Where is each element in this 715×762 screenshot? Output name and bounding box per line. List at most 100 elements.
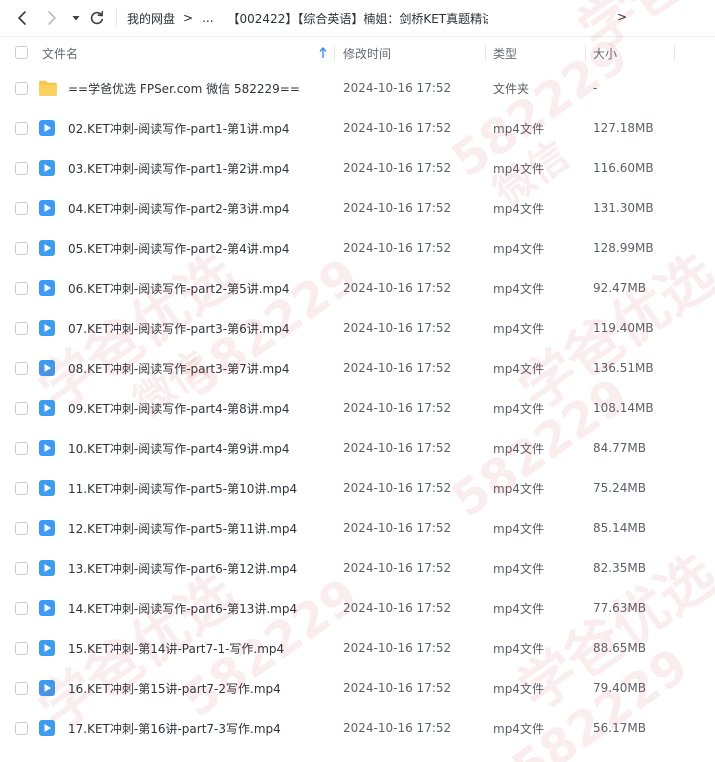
- row-checkbox[interactable]: [15, 722, 28, 735]
- file-row[interactable]: 13.KET冲刺-阅读写作-part6-第12讲.mp4 2024-10-16 …: [0, 548, 715, 588]
- column-header-modified[interactable]: 修改时间: [343, 37, 391, 69]
- video-file-icon: [39, 320, 55, 336]
- file-size: 92.47MB: [593, 281, 646, 295]
- row-checkbox[interactable]: [15, 322, 28, 335]
- file-size: 128.99MB: [593, 241, 654, 255]
- file-type: mp4文件: [493, 561, 544, 576]
- row-checkbox[interactable]: [15, 122, 28, 135]
- file-name[interactable]: 15.KET冲刺-第14讲-Part7-1-写作.mp4: [68, 628, 284, 668]
- column-divider[interactable]: [585, 45, 586, 61]
- file-name[interactable]: 17.KET冲刺-第16讲-part7-3写作.mp4: [68, 708, 281, 748]
- file-size: 79.40MB: [593, 681, 646, 695]
- file-name[interactable]: 10.KET冲刺-阅读写作-part4-第9讲.mp4: [68, 428, 290, 468]
- row-checkbox[interactable]: [15, 442, 28, 455]
- file-size: 85.14MB: [593, 521, 646, 535]
- history-dropdown-button[interactable]: [66, 6, 86, 30]
- file-size: 84.77MB: [593, 441, 646, 455]
- file-name[interactable]: 05.KET冲刺-阅读写作-part2-第4讲.mp4: [68, 228, 290, 268]
- file-row[interactable]: 05.KET冲刺-阅读写作-part2-第4讲.mp4 2024-10-16 1…: [0, 228, 715, 268]
- row-checkbox[interactable]: [15, 602, 28, 615]
- video-file-icon: [39, 400, 55, 416]
- row-checkbox[interactable]: [15, 82, 28, 95]
- column-header-type[interactable]: 类型: [493, 37, 517, 69]
- breadcrumb-more-separator[interactable]: >: [617, 10, 627, 24]
- row-checkbox[interactable]: [15, 562, 28, 575]
- video-file-icon: [39, 600, 55, 616]
- file-row[interactable]: 09.KET冲刺-阅读写作-part4-第8讲.mp4 2024-10-16 1…: [0, 388, 715, 428]
- file-name[interactable]: 04.KET冲刺-阅读写作-part2-第3讲.mp4: [68, 188, 290, 228]
- column-header-size[interactable]: 大小: [593, 37, 617, 69]
- folder-icon: [39, 80, 57, 96]
- file-size: 116.60MB: [593, 161, 654, 175]
- breadcrumb-item-root[interactable]: 我的网盘: [127, 10, 175, 27]
- file-type: mp4文件: [493, 321, 544, 336]
- column-divider[interactable]: [485, 45, 486, 61]
- file-name[interactable]: 12.KET冲刺-阅读写作-part5-第11讲.mp4: [68, 508, 297, 548]
- sort-up-arrow-icon[interactable]: [319, 37, 327, 69]
- row-checkbox[interactable]: [15, 242, 28, 255]
- file-row[interactable]: 08.KET冲刺-阅读写作-part3-第7讲.mp4 2024-10-16 1…: [0, 348, 715, 388]
- row-checkbox[interactable]: [15, 642, 28, 655]
- file-row[interactable]: 02.KET冲刺-阅读写作-part1-第1讲.mp4 2024-10-16 1…: [0, 108, 715, 148]
- file-name[interactable]: 07.KET冲刺-阅读写作-part3-第6讲.mp4: [68, 308, 290, 348]
- file-row[interactable]: 04.KET冲刺-阅读写作-part2-第3讲.mp4 2024-10-16 1…: [0, 188, 715, 228]
- select-all-checkbox[interactable]: [15, 46, 28, 59]
- column-divider[interactable]: [674, 45, 675, 61]
- column-header-modified-label: 修改时间: [343, 46, 392, 61]
- row-checkbox[interactable]: [15, 162, 28, 175]
- file-type: mp4文件: [493, 481, 544, 496]
- file-row[interactable]: 06.KET冲刺-阅读写作-part2-第5讲.mp4 2024-10-16 1…: [0, 268, 715, 308]
- file-row[interactable]: ==学爸优选 FPSer.com 微信 582229== 2024-10-16 …: [0, 68, 715, 108]
- file-type: mp4文件: [493, 681, 544, 696]
- file-type: mp4文件: [493, 121, 544, 136]
- video-file-icon: [39, 720, 55, 736]
- file-name[interactable]: 14.KET冲刺-阅读写作-part6-第13讲.mp4: [68, 588, 297, 628]
- row-checkbox[interactable]: [15, 282, 28, 295]
- file-name[interactable]: 03.KET冲刺-阅读写作-part1-第2讲.mp4: [68, 148, 290, 188]
- file-modified: 2024-10-16 17:52: [343, 561, 452, 575]
- video-file-icon: [39, 360, 55, 376]
- row-checkbox[interactable]: [15, 402, 28, 415]
- file-modified: 2024-10-16 17:52: [343, 441, 452, 455]
- file-type: mp4文件: [493, 641, 544, 656]
- back-button[interactable]: [12, 6, 32, 30]
- row-checkbox[interactable]: [15, 522, 28, 535]
- file-row[interactable]: 17.KET冲刺-第16讲-part7-3写作.mp4 2024-10-16 1…: [0, 708, 715, 748]
- file-type: mp4文件: [493, 601, 544, 616]
- file-row[interactable]: 07.KET冲刺-阅读写作-part3-第6讲.mp4 2024-10-16 1…: [0, 308, 715, 348]
- file-name[interactable]: 09.KET冲刺-阅读写作-part4-第8讲.mp4: [68, 388, 290, 428]
- file-type: mp4文件: [493, 521, 544, 536]
- toolbar: 我的网盘 > ... 【002422】【综合英语】楠姐：剑桥KET真题精讲冲刺阅…: [0, 0, 715, 36]
- column-header-name[interactable]: 文件名: [42, 37, 78, 69]
- file-row[interactable]: 12.KET冲刺-阅读写作-part5-第11讲.mp4 2024-10-16 …: [0, 508, 715, 548]
- video-file-icon: [39, 520, 55, 536]
- video-file-icon: [39, 160, 55, 176]
- refresh-button[interactable]: [87, 6, 107, 30]
- file-row[interactable]: 15.KET冲刺-第14讲-Part7-1-写作.mp4 2024-10-16 …: [0, 628, 715, 668]
- file-name[interactable]: 11.KET冲刺-阅读写作-part5-第10讲.mp4: [68, 468, 297, 508]
- column-divider[interactable]: [334, 45, 335, 61]
- breadcrumb-item-current[interactable]: 【002422】【综合英语】楠姐：剑桥KET真题精讲冲刺阅读与写作《Exa: [228, 10, 488, 27]
- file-row[interactable]: 11.KET冲刺-阅读写作-part5-第10讲.mp4 2024-10-16 …: [0, 468, 715, 508]
- file-type: mp4文件: [493, 361, 544, 376]
- row-checkbox[interactable]: [15, 482, 28, 495]
- video-file-icon: [39, 480, 55, 496]
- file-name[interactable]: ==学爸优选 FPSer.com 微信 582229==: [68, 68, 300, 108]
- file-name[interactable]: 08.KET冲刺-阅读写作-part3-第7讲.mp4: [68, 348, 290, 388]
- row-checkbox[interactable]: [15, 682, 28, 695]
- file-name[interactable]: 02.KET冲刺-阅读写作-part1-第1讲.mp4: [68, 108, 290, 148]
- file-row[interactable]: 16.KET冲刺-第15讲-part7-2写作.mp4 2024-10-16 1…: [0, 668, 715, 708]
- breadcrumb-item-ellipsis[interactable]: ...: [202, 11, 213, 25]
- row-checkbox[interactable]: [15, 202, 28, 215]
- file-name[interactable]: 16.KET冲刺-第15讲-part7-2写作.mp4: [68, 668, 281, 708]
- file-name[interactable]: 06.KET冲刺-阅读写作-part2-第5讲.mp4: [68, 268, 290, 308]
- file-modified: 2024-10-16 17:52: [343, 281, 452, 295]
- file-row[interactable]: 10.KET冲刺-阅读写作-part4-第9讲.mp4 2024-10-16 1…: [0, 428, 715, 468]
- file-size: 56.17MB: [593, 721, 646, 735]
- forward-button[interactable]: [42, 6, 62, 30]
- row-checkbox[interactable]: [15, 362, 28, 375]
- file-name[interactable]: 13.KET冲刺-阅读写作-part6-第12讲.mp4: [68, 548, 297, 588]
- file-row[interactable]: 14.KET冲刺-阅读写作-part6-第13讲.mp4 2024-10-16 …: [0, 588, 715, 628]
- file-row[interactable]: 03.KET冲刺-阅读写作-part1-第2讲.mp4 2024-10-16 1…: [0, 148, 715, 188]
- file-modified: 2024-10-16 17:52: [343, 321, 452, 335]
